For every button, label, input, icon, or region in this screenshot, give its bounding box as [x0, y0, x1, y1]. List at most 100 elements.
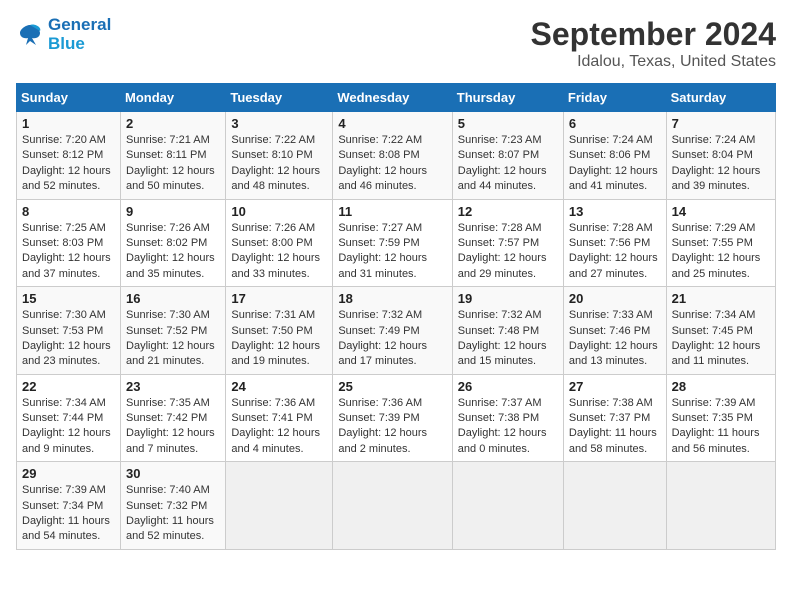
sunset-text: Sunset: 7:46 PM	[569, 324, 661, 339]
day-number: 17	[231, 291, 327, 306]
sunset-text: Sunset: 8:06 PM	[569, 148, 661, 163]
sunrise-text: Sunrise: 7:22 AM	[338, 133, 446, 148]
day-number: 25	[338, 379, 446, 394]
daylight-text: Daylight: 12 hours and 52 minutes.	[22, 164, 115, 195]
day-info: Sunrise: 7:38 AM Sunset: 7:37 PM Dayligh…	[569, 396, 661, 458]
calendar-cell	[333, 462, 452, 550]
sunset-text: Sunset: 7:50 PM	[231, 324, 327, 339]
calendar-cell: 23 Sunrise: 7:35 AM Sunset: 7:42 PM Dayl…	[121, 374, 226, 462]
day-info: Sunrise: 7:32 AM Sunset: 7:48 PM Dayligh…	[458, 308, 558, 370]
day-info: Sunrise: 7:24 AM Sunset: 8:06 PM Dayligh…	[569, 133, 661, 195]
sunrise-text: Sunrise: 7:22 AM	[231, 133, 327, 148]
day-number: 16	[126, 291, 220, 306]
calendar-cell: 6 Sunrise: 7:24 AM Sunset: 8:06 PM Dayli…	[563, 112, 666, 200]
calendar-cell: 12 Sunrise: 7:28 AM Sunset: 7:57 PM Dayl…	[452, 199, 563, 287]
daylight-text: Daylight: 12 hours and 17 minutes.	[338, 339, 446, 370]
sunrise-text: Sunrise: 7:33 AM	[569, 308, 661, 323]
page-header: General Blue September 2024 Idalou, Texa…	[16, 16, 776, 71]
day-info: Sunrise: 7:30 AM Sunset: 7:53 PM Dayligh…	[22, 308, 115, 370]
day-info: Sunrise: 7:27 AM Sunset: 7:59 PM Dayligh…	[338, 221, 446, 283]
day-number: 21	[672, 291, 770, 306]
sunset-text: Sunset: 8:03 PM	[22, 236, 115, 251]
daylight-text: Daylight: 12 hours and 29 minutes.	[458, 251, 558, 282]
sunset-text: Sunset: 8:00 PM	[231, 236, 327, 251]
calendar-cell: 27 Sunrise: 7:38 AM Sunset: 7:37 PM Dayl…	[563, 374, 666, 462]
sunrise-text: Sunrise: 7:39 AM	[672, 396, 770, 411]
day-number: 20	[569, 291, 661, 306]
sunrise-text: Sunrise: 7:36 AM	[231, 396, 327, 411]
daylight-text: Daylight: 12 hours and 46 minutes.	[338, 164, 446, 195]
sunrise-text: Sunrise: 7:20 AM	[22, 133, 115, 148]
day-info: Sunrise: 7:37 AM Sunset: 7:38 PM Dayligh…	[458, 396, 558, 458]
daylight-text: Daylight: 12 hours and 50 minutes.	[126, 164, 220, 195]
day-number: 10	[231, 204, 327, 219]
sunrise-text: Sunrise: 7:23 AM	[458, 133, 558, 148]
sunset-text: Sunset: 8:12 PM	[22, 148, 115, 163]
day-info: Sunrise: 7:26 AM Sunset: 8:02 PM Dayligh…	[126, 221, 220, 283]
day-number: 24	[231, 379, 327, 394]
calendar-cell: 20 Sunrise: 7:33 AM Sunset: 7:46 PM Dayl…	[563, 287, 666, 375]
calendar-cell: 3 Sunrise: 7:22 AM Sunset: 8:10 PM Dayli…	[226, 112, 333, 200]
day-info: Sunrise: 7:28 AM Sunset: 7:57 PM Dayligh…	[458, 221, 558, 283]
logo-icon	[16, 21, 44, 49]
calendar-cell: 19 Sunrise: 7:32 AM Sunset: 7:48 PM Dayl…	[452, 287, 563, 375]
calendar-cell: 14 Sunrise: 7:29 AM Sunset: 7:55 PM Dayl…	[666, 199, 775, 287]
day-info: Sunrise: 7:20 AM Sunset: 8:12 PM Dayligh…	[22, 133, 115, 195]
sunrise-text: Sunrise: 7:29 AM	[672, 221, 770, 236]
day-info: Sunrise: 7:21 AM Sunset: 8:11 PM Dayligh…	[126, 133, 220, 195]
page-title: September 2024	[531, 16, 776, 53]
day-info: Sunrise: 7:40 AM Sunset: 7:32 PM Dayligh…	[126, 483, 220, 545]
daylight-text: Daylight: 11 hours and 52 minutes.	[126, 514, 220, 545]
calendar-cell	[563, 462, 666, 550]
daylight-text: Daylight: 12 hours and 33 minutes.	[231, 251, 327, 282]
day-info: Sunrise: 7:33 AM Sunset: 7:46 PM Dayligh…	[569, 308, 661, 370]
calendar-cell: 29 Sunrise: 7:39 AM Sunset: 7:34 PM Dayl…	[17, 462, 121, 550]
calendar-header-row: SundayMondayTuesdayWednesdayThursdayFrid…	[17, 84, 776, 112]
sunrise-text: Sunrise: 7:26 AM	[126, 221, 220, 236]
sunset-text: Sunset: 7:38 PM	[458, 411, 558, 426]
day-number: 26	[458, 379, 558, 394]
calendar-cell: 9 Sunrise: 7:26 AM Sunset: 8:02 PM Dayli…	[121, 199, 226, 287]
sunrise-text: Sunrise: 7:35 AM	[126, 396, 220, 411]
day-info: Sunrise: 7:22 AM Sunset: 8:10 PM Dayligh…	[231, 133, 327, 195]
logo: General Blue	[16, 16, 111, 53]
calendar-cell	[666, 462, 775, 550]
sunrise-text: Sunrise: 7:24 AM	[569, 133, 661, 148]
calendar-cell	[226, 462, 333, 550]
day-number: 14	[672, 204, 770, 219]
sunset-text: Sunset: 7:41 PM	[231, 411, 327, 426]
sunset-text: Sunset: 7:32 PM	[126, 499, 220, 514]
weekday-header: Saturday	[666, 84, 775, 112]
day-info: Sunrise: 7:35 AM Sunset: 7:42 PM Dayligh…	[126, 396, 220, 458]
sunset-text: Sunset: 8:02 PM	[126, 236, 220, 251]
day-number: 30	[126, 466, 220, 481]
day-info: Sunrise: 7:26 AM Sunset: 8:00 PM Dayligh…	[231, 221, 327, 283]
day-number: 15	[22, 291, 115, 306]
calendar-cell: 24 Sunrise: 7:36 AM Sunset: 7:41 PM Dayl…	[226, 374, 333, 462]
day-info: Sunrise: 7:34 AM Sunset: 7:45 PM Dayligh…	[672, 308, 770, 370]
day-info: Sunrise: 7:24 AM Sunset: 8:04 PM Dayligh…	[672, 133, 770, 195]
day-info: Sunrise: 7:28 AM Sunset: 7:56 PM Dayligh…	[569, 221, 661, 283]
sunset-text: Sunset: 8:07 PM	[458, 148, 558, 163]
calendar-cell: 4 Sunrise: 7:22 AM Sunset: 8:08 PM Dayli…	[333, 112, 452, 200]
daylight-text: Daylight: 12 hours and 2 minutes.	[338, 426, 446, 457]
calendar-cell	[452, 462, 563, 550]
weekday-header: Sunday	[17, 84, 121, 112]
calendar-week-row: 29 Sunrise: 7:39 AM Sunset: 7:34 PM Dayl…	[17, 462, 776, 550]
daylight-text: Daylight: 12 hours and 44 minutes.	[458, 164, 558, 195]
page-subtitle: Idalou, Texas, United States	[531, 53, 776, 71]
day-info: Sunrise: 7:25 AM Sunset: 8:03 PM Dayligh…	[22, 221, 115, 283]
day-number: 27	[569, 379, 661, 394]
calendar-week-row: 15 Sunrise: 7:30 AM Sunset: 7:53 PM Dayl…	[17, 287, 776, 375]
sunset-text: Sunset: 7:56 PM	[569, 236, 661, 251]
calendar-cell: 26 Sunrise: 7:37 AM Sunset: 7:38 PM Dayl…	[452, 374, 563, 462]
sunset-text: Sunset: 7:42 PM	[126, 411, 220, 426]
sunrise-text: Sunrise: 7:24 AM	[672, 133, 770, 148]
weekday-header: Wednesday	[333, 84, 452, 112]
sunrise-text: Sunrise: 7:32 AM	[338, 308, 446, 323]
daylight-text: Daylight: 12 hours and 7 minutes.	[126, 426, 220, 457]
sunset-text: Sunset: 8:04 PM	[672, 148, 770, 163]
calendar-cell: 18 Sunrise: 7:32 AM Sunset: 7:49 PM Dayl…	[333, 287, 452, 375]
sunrise-text: Sunrise: 7:31 AM	[231, 308, 327, 323]
sunrise-text: Sunrise: 7:21 AM	[126, 133, 220, 148]
